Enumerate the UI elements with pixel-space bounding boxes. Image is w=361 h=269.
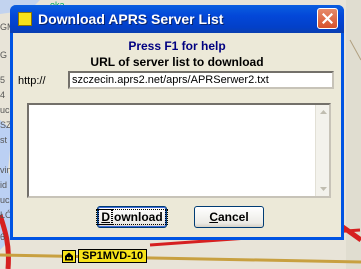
download-button-label: Download [96,209,168,225]
url-caption: URL of server list to download [90,55,264,69]
station-marker[interactable]: SP1MVD-10 [62,249,148,263]
scroll-down-button[interactable] [317,183,329,195]
chevron-up-icon [319,110,327,114]
close-icon [322,13,333,24]
map-label: 6 [0,232,6,242]
download-button[interactable]: Download [96,206,168,228]
status-log-area[interactable] [27,103,331,198]
map-label: 5 [0,75,6,85]
cancel-button[interactable]: Cancel [194,206,264,228]
url-prefix-label: http:// [18,75,46,87]
house-icon [62,249,76,263]
close-button[interactable] [317,8,338,29]
chevron-down-icon [319,187,327,191]
dialog-title: Download APRS Server List [38,11,224,27]
download-dialog: Download APRS Server List Press F1 for h… [10,5,344,240]
help-hint: Press F1 for help [128,39,226,53]
vertical-scrollbar[interactable] [315,105,329,196]
map-label: st [0,135,8,145]
station-callsign: SP1MVD-10 [78,249,148,263]
app-icon [18,12,32,26]
map-label: id [0,180,8,190]
cancel-button-label: Cancel [209,210,249,224]
map-label: G [0,50,8,60]
title-bar[interactable]: Download APRS Server List [10,5,344,33]
map-label: uc [0,105,10,115]
map-label: 4 [0,90,6,100]
url-input[interactable] [68,71,334,89]
scroll-up-button[interactable] [317,106,329,118]
